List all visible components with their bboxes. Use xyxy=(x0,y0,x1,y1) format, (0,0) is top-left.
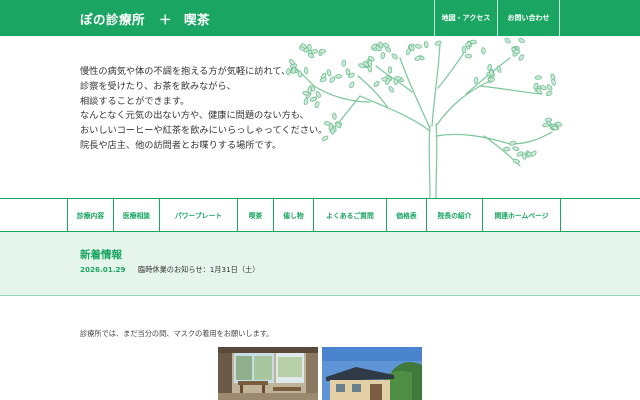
tree-branch xyxy=(399,57,431,129)
tree-branch xyxy=(509,131,553,145)
intro-line: おいしいコーヒーや紅茶を飲みにいらっしゃってください。 xyxy=(80,125,328,137)
tree-leaf xyxy=(387,66,393,74)
tree-branch xyxy=(479,85,543,95)
nav-item-events[interactable]: 催し物 xyxy=(274,199,314,231)
tree-leaf xyxy=(461,46,467,54)
cafe-interior-photo xyxy=(218,347,318,400)
global-nav: 診療内容 医療相談 パワープレート 喫茶 催し物 よくあるご質問 価格表 院長の… xyxy=(0,198,640,232)
tree-leaf xyxy=(512,146,520,152)
tree-leaf xyxy=(307,43,312,51)
nav-item-faq[interactable]: よくあるご質問 xyxy=(314,199,387,231)
tree-leaf xyxy=(496,65,502,73)
tree-leaf xyxy=(518,54,525,61)
nav-item-director[interactable]: 院長の紹介 xyxy=(427,199,483,231)
tree-leaf xyxy=(481,47,486,55)
tree-leaf xyxy=(469,39,477,45)
nav-item-consultation[interactable]: 医療相談 xyxy=(114,199,160,231)
tree-leaf xyxy=(335,74,343,79)
tree-branch xyxy=(435,133,511,145)
tree-leaf xyxy=(546,84,553,91)
intro-line: 院長や店主、他の訪問者とお喋りする場所です。 xyxy=(80,139,282,151)
tree-leaf xyxy=(545,90,553,97)
tree-leaf xyxy=(388,86,395,93)
tree-leaf xyxy=(504,37,511,44)
tree-branch xyxy=(428,125,431,198)
tree-leaf xyxy=(380,52,386,60)
tree-leaf xyxy=(310,49,319,54)
tree-leaf xyxy=(329,76,336,83)
news-date: 2026.01.29 xyxy=(80,265,126,274)
header-links: 地図・アクセス お問い合わせ xyxy=(434,0,560,36)
intro-line: 相談することができます。 xyxy=(80,95,190,107)
hero-section: 慢性の病気や体の不調を抱える方が気軽に訪れて、 診察を受けたり、お茶を飲みながら… xyxy=(0,36,640,198)
tree-leaf xyxy=(373,80,380,88)
site-title-cafe: 喫茶 xyxy=(184,12,211,27)
nav-item-related-links[interactable]: 関連ホームページ xyxy=(483,199,561,231)
tree-leaf xyxy=(391,53,398,60)
tree-leaf xyxy=(414,55,422,61)
nav-item-prices[interactable]: 価格表 xyxy=(387,199,427,231)
tree-leaf xyxy=(487,77,495,82)
intro-line: 診察を受けたり、お茶を飲みながら、 xyxy=(80,80,236,92)
tree-leaf xyxy=(414,44,422,49)
tree-leaf xyxy=(513,49,521,54)
tree-leaf xyxy=(318,49,327,54)
tree-branch xyxy=(435,123,438,198)
tree-leaf xyxy=(509,140,517,146)
tree-leaf xyxy=(434,40,442,46)
tree-leaf xyxy=(367,59,373,67)
tree-leaf xyxy=(423,41,429,49)
tree-leaf xyxy=(383,42,390,49)
tree-leaf xyxy=(542,122,550,128)
tree-leaf xyxy=(332,112,337,120)
tree-leaf xyxy=(349,81,355,89)
site-title-plus: ＋ xyxy=(159,12,173,27)
news-heading: 新着情報 xyxy=(80,249,122,261)
mask-notice: 診療所では、まだ当分の間、マスクの着用をお願いします。 xyxy=(80,329,274,338)
tree-leaf xyxy=(551,78,556,86)
nav-item-cafe[interactable]: 喫茶 xyxy=(238,199,274,231)
news-item-link[interactable]: 臨時休業のお知らせ：1月31日（土） xyxy=(138,265,259,275)
contact-link[interactable]: お問い合わせ xyxy=(497,0,560,36)
intro-line: 慢性の病気や体の不調を抱える方が気軽に訪れて、 xyxy=(80,66,291,77)
tree-leaf xyxy=(464,53,472,59)
site-title[interactable]: ぽの診療所 ＋ 喫茶 xyxy=(80,9,210,28)
tree-leaf xyxy=(394,76,402,81)
tree-branch xyxy=(437,49,467,89)
tree-branch xyxy=(359,95,431,132)
tree-leaf xyxy=(341,59,347,67)
access-map-link[interactable]: 地図・アクセス xyxy=(434,0,497,36)
tree-leaf xyxy=(503,146,511,152)
tree-leaf xyxy=(473,76,479,84)
nav-item-treatment[interactable]: 診療内容 xyxy=(68,199,114,231)
site-title-clinic: ぽの診療所 xyxy=(80,12,146,27)
intro-line: なんとなく元気の出ない方や、健康に問題のない方も、 xyxy=(80,110,309,122)
header-bar: ぽの診療所 ＋ 喫茶 地図・アクセス お問い合わせ xyxy=(0,0,640,36)
nav-item-power-plate[interactable]: パワープレート xyxy=(160,199,238,231)
tree-branch xyxy=(431,43,441,127)
tree-leaf xyxy=(512,159,520,164)
news-section: 新着情報 2026.01.29 臨時休業のお知らせ：1月31日（土） xyxy=(0,232,640,296)
tree-leaf xyxy=(534,75,542,80)
tree-leaf xyxy=(518,38,525,44)
tree-leaf xyxy=(530,150,537,157)
tree-leaf xyxy=(544,117,553,123)
intro-text: 慢性の病気や体の不調を抱える方が気軽に訪れて、 診察を受けたり、お茶を飲みながら… xyxy=(80,65,327,154)
building-exterior-photo xyxy=(322,347,422,400)
global-nav-list: 診療内容 医療相談 パワープレート 喫茶 催し物 よくあるご質問 価格表 院長の… xyxy=(67,199,561,231)
